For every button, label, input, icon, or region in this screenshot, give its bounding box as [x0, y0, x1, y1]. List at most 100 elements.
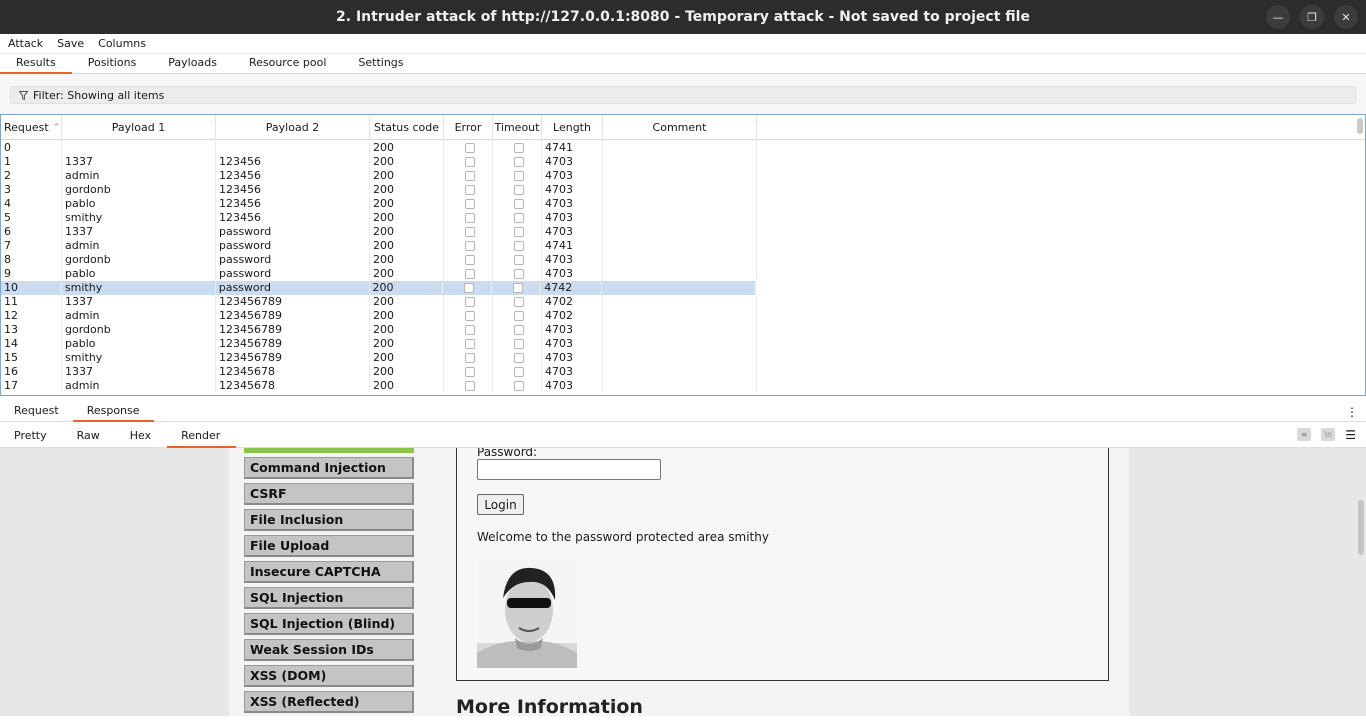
table-row[interactable]: 5 smithy 123456 200 4703 [1, 211, 1365, 225]
minimize-icon[interactable]: — [1266, 5, 1290, 29]
col-status-code[interactable]: Status code [370, 115, 444, 140]
menu-columns[interactable]: Columns [98, 37, 146, 50]
table-row[interactable]: 0 200 4741 [1, 141, 1365, 155]
checkbox[interactable] [513, 297, 524, 307]
table-row[interactable]: 13 gordonb 123456789 200 4703 [1, 323, 1365, 337]
col-payload1[interactable]: Payload 1 [62, 115, 216, 140]
cell-error[interactable] [444, 365, 493, 379]
checkbox[interactable] [512, 283, 523, 293]
cell-timeout[interactable] [493, 225, 542, 239]
checkbox[interactable] [464, 157, 475, 167]
checkbox[interactable] [464, 199, 475, 209]
checkbox[interactable] [513, 269, 524, 279]
tab-pretty[interactable]: Pretty [0, 429, 63, 447]
cell-timeout[interactable] [493, 141, 542, 155]
cell-timeout[interactable] [493, 295, 542, 309]
tab-positions[interactable]: Positions [72, 56, 153, 73]
table-row[interactable]: 11 1337 123456789 200 4702 [1, 295, 1365, 309]
col-length[interactable]: Length [542, 115, 603, 140]
tab-request[interactable]: Request [0, 404, 73, 421]
login-button[interactable]: Login [477, 494, 524, 515]
cell-error[interactable] [444, 141, 493, 155]
checkbox[interactable] [513, 227, 524, 237]
tab-settings[interactable]: Settings [342, 56, 419, 73]
checkbox[interactable] [464, 227, 475, 237]
cell-timeout[interactable] [492, 281, 542, 295]
table-row[interactable]: 12 admin 123456789 200 4702 [1, 309, 1365, 323]
checkbox[interactable] [513, 143, 524, 153]
table-row[interactable]: 7 admin password 200 4741 [1, 239, 1365, 253]
checkbox[interactable] [464, 171, 475, 181]
checkbox[interactable] [513, 241, 524, 251]
checkbox[interactable] [463, 283, 474, 293]
checkbox[interactable] [464, 325, 475, 335]
render-scrollbar[interactable] [1358, 500, 1364, 555]
more-options-icon[interactable]: ⋮ [1346, 405, 1358, 419]
restore-icon[interactable]: ❐ [1300, 5, 1324, 29]
checkbox[interactable] [513, 325, 524, 335]
table-row[interactable]: 8 gordonb password 200 4703 [1, 253, 1365, 267]
checkbox[interactable] [464, 213, 475, 223]
checkbox[interactable] [464, 297, 475, 307]
newline-icon[interactable]: \n [1321, 428, 1336, 441]
cell-error[interactable] [443, 281, 493, 295]
close-icon[interactable]: ✕ [1334, 5, 1358, 29]
cell-error[interactable] [444, 197, 493, 211]
cell-timeout[interactable] [493, 239, 542, 253]
table-row[interactable]: 16 1337 12345678 200 4703 [1, 365, 1365, 379]
nav-item[interactable]: File Inclusion [244, 509, 414, 531]
tab-hex[interactable]: Hex [116, 429, 167, 447]
table-scrollbar[interactable] [1357, 118, 1363, 134]
checkbox[interactable] [513, 213, 524, 223]
checkbox[interactable] [513, 171, 524, 181]
tab-payloads[interactable]: Payloads [152, 56, 233, 73]
checkbox[interactable] [464, 143, 475, 153]
cell-error[interactable] [444, 239, 493, 253]
table-row[interactable]: 2 admin 123456 200 4703 [1, 169, 1365, 183]
nav-item[interactable]: XSS (DOM) [244, 665, 414, 687]
col-comment[interactable]: Comment [603, 115, 757, 140]
checkbox[interactable] [464, 311, 475, 321]
cell-timeout[interactable] [493, 183, 542, 197]
tab-render[interactable]: Render [167, 429, 237, 448]
cell-error[interactable] [444, 155, 493, 169]
checkbox[interactable] [464, 353, 475, 363]
col-timeout[interactable]: Timeout [493, 115, 542, 140]
filter-button[interactable]: Filter: Showing all items [10, 86, 1356, 104]
cell-error[interactable] [444, 225, 493, 239]
tab-raw[interactable]: Raw [63, 429, 116, 447]
checkbox[interactable] [513, 199, 524, 209]
tab-results[interactable]: Results [0, 56, 72, 74]
tab-resource-pool[interactable]: Resource pool [233, 56, 342, 73]
checkbox[interactable] [464, 255, 475, 265]
cell-timeout[interactable] [493, 267, 542, 281]
cell-timeout[interactable] [493, 211, 542, 225]
table-row[interactable]: 9 pablo password 200 4703 [1, 267, 1365, 281]
cell-error[interactable] [444, 309, 493, 323]
nav-item[interactable]: Command Injection [244, 457, 414, 479]
table-row[interactable]: 15 smithy 123456789 200 4703 [1, 351, 1365, 365]
cell-timeout[interactable] [493, 337, 542, 351]
nav-item[interactable]: Weak Session IDs [244, 639, 414, 661]
cell-timeout[interactable] [493, 365, 542, 379]
checkbox[interactable] [464, 185, 475, 195]
table-row[interactable]: 6 1337 password 200 4703 [1, 225, 1365, 239]
col-payload2[interactable]: Payload 2 [216, 115, 370, 140]
checkbox[interactable] [513, 157, 524, 167]
nav-item[interactable]: SQL Injection (Blind) [244, 613, 414, 635]
checkbox[interactable] [513, 255, 524, 265]
cell-error[interactable] [444, 169, 493, 183]
checkbox[interactable] [513, 367, 524, 377]
cell-timeout[interactable] [493, 253, 542, 267]
checkbox[interactable] [513, 185, 524, 195]
checkbox[interactable] [464, 269, 475, 279]
cell-error[interactable] [444, 267, 493, 281]
table-row[interactable]: 17 admin 12345678 200 4703 [1, 379, 1365, 393]
checkbox[interactable] [464, 241, 475, 251]
nav-item[interactable]: Insecure CAPTCHA [244, 561, 414, 583]
checkbox[interactable] [513, 381, 524, 391]
nav-item[interactable]: SQL Injection [244, 587, 414, 609]
cell-error[interactable] [444, 337, 493, 351]
tab-response[interactable]: Response [72, 404, 154, 422]
wrap-lines-icon[interactable]: ≡ [1297, 428, 1312, 441]
